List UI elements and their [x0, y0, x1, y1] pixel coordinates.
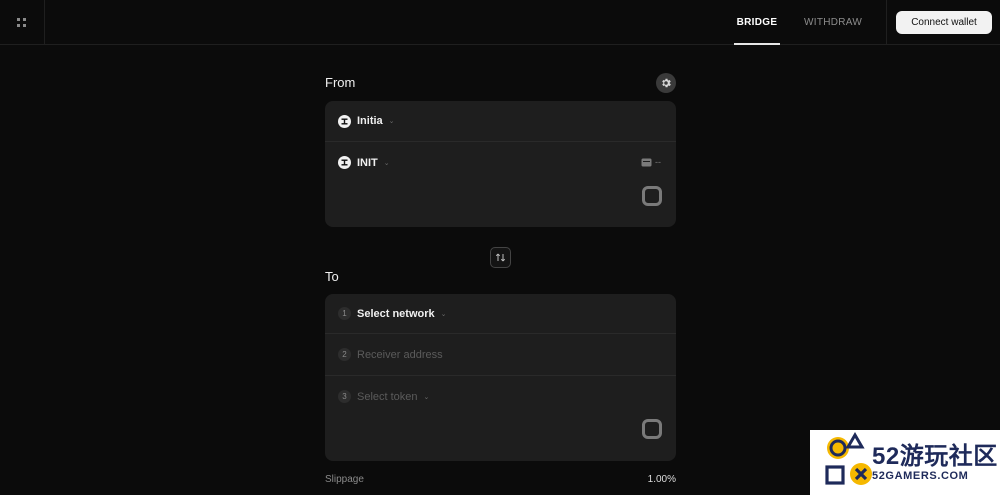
- step-number: 2: [338, 348, 351, 361]
- slippage-label: Slippage: [325, 474, 364, 485]
- slippage-value: 1.00%: [647, 474, 676, 485]
- receiver-address-row[interactable]: 2 Receiver address: [325, 334, 676, 376]
- chevron-down-icon: ⌄: [423, 393, 430, 401]
- select-token-label: Select token: [357, 390, 418, 403]
- loading-spinner: [642, 186, 662, 206]
- grid-dots-icon: [17, 17, 26, 27]
- select-network-label: Select network: [357, 307, 435, 320]
- from-chain-name: Initia: [357, 115, 383, 127]
- wallet-balance: --: [641, 157, 661, 167]
- step-number: 1: [338, 307, 351, 320]
- select-token-row[interactable]: 3 Select token ⌄: [325, 376, 676, 417]
- from-token-name: INIT: [357, 156, 378, 169]
- select-network-row[interactable]: 1 Select network ⌄: [325, 294, 676, 334]
- watermark-logo: 52游玩社区 52GAMERS.COM: [810, 430, 1000, 495]
- chevron-down-icon: ⌄: [440, 310, 447, 318]
- from-label: From: [325, 75, 356, 90]
- top-bar: BRIDGE WITHDRAW Connect wallet: [0, 0, 1000, 45]
- tab-bridge[interactable]: BRIDGE: [734, 0, 780, 45]
- nav-divider: [886, 0, 887, 45]
- settings-button[interactable]: [656, 73, 676, 93]
- wallet-icon: [641, 158, 652, 166]
- swap-direction-button[interactable]: [490, 247, 511, 268]
- to-card: 1 Select network ⌄ 2 Receiver address 3 …: [325, 294, 676, 461]
- gear-icon: [662, 78, 671, 88]
- initia-logo-icon: [338, 114, 351, 128]
- swap-arrows-icon: [495, 253, 506, 262]
- from-token-selector[interactable]: INIT ⌄: [325, 142, 676, 183]
- tab-withdraw[interactable]: WITHDRAW: [804, 0, 862, 45]
- menu-button[interactable]: [0, 0, 45, 45]
- watermark-title: 52游玩社区: [872, 442, 998, 470]
- to-label: To: [325, 269, 339, 284]
- watermark-text: 52游玩社区 52GAMERS.COM: [872, 442, 998, 482]
- from-card: Initia ⌄ INIT ⌄: [325, 101, 676, 227]
- initia-logo-icon: [338, 156, 351, 169]
- watermark-symbols: [810, 430, 872, 495]
- chevron-down-icon: ⌄: [383, 159, 390, 167]
- from-chain-selector[interactable]: Initia ⌄: [325, 101, 676, 142]
- watermark-url: 52GAMERS.COM: [872, 469, 969, 482]
- chevron-down-icon: ⌄: [388, 118, 395, 125]
- loading-spinner: [642, 419, 662, 439]
- receiver-address-label: Receiver address: [357, 348, 443, 361]
- connect-wallet-button[interactable]: Connect wallet: [896, 11, 992, 34]
- balance-value: --: [655, 157, 661, 167]
- step-number: 3: [338, 390, 351, 403]
